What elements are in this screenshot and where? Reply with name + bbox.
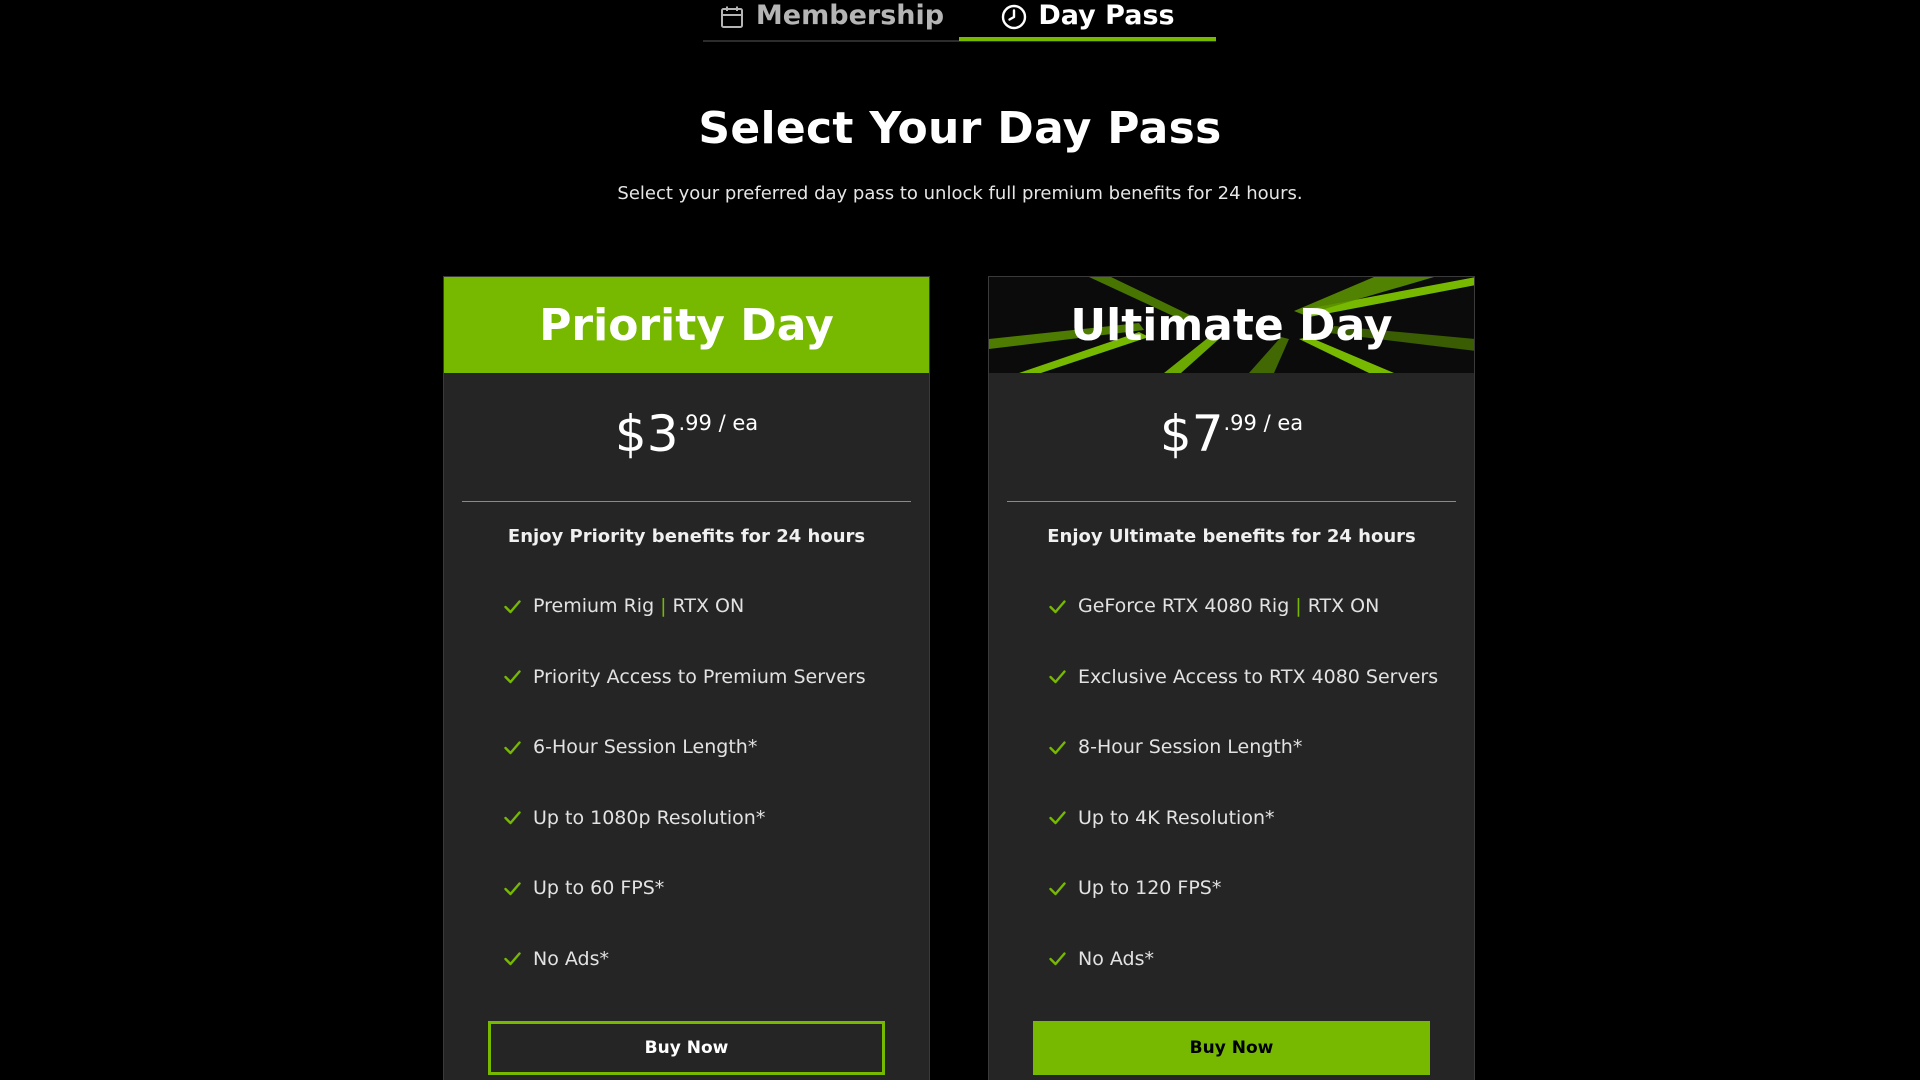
tab-day-pass-label: Day Pass	[1038, 0, 1175, 31]
ultimate-buy-now-button[interactable]: Buy Now	[1033, 1021, 1430, 1075]
feature-text: No Ads*	[533, 947, 609, 970]
feature-text: 6-Hour Session Length*	[533, 736, 758, 759]
feature-item: Premium Rig | RTX ON	[503, 571, 929, 642]
priority-price-dollars: 3	[646, 405, 679, 463]
tab-membership[interactable]: Membership	[703, 0, 959, 38]
ultimate-day-card: Ultimate Day $ 7 .99 / ea Enjoy Ultimate…	[988, 276, 1475, 1080]
ultimate-benefit-title: Enjoy Ultimate benefits for 24 hours	[1047, 526, 1416, 547]
ultimate-price-cents-unit: .99 / ea	[1223, 411, 1304, 435]
page-title: Select Your Day Pass	[698, 103, 1222, 154]
feature-item: Up to 4K Resolution*	[1048, 783, 1474, 854]
feature-item: Priority Access to Premium Servers	[503, 642, 929, 713]
feature-text: RTX ON	[672, 595, 745, 618]
priority-divider	[462, 501, 911, 502]
ultimate-card-title: Ultimate Day	[1070, 299, 1393, 351]
feature-item: Up to 1080p Resolution*	[503, 783, 929, 854]
calendar-icon	[718, 3, 746, 31]
priority-card-header: Priority Day	[444, 277, 929, 373]
feature-text: Up to 60 FPS*	[533, 877, 665, 900]
check-icon	[1048, 808, 1067, 827]
check-icon	[503, 738, 522, 757]
feature-item: No Ads*	[503, 924, 929, 995]
feature-text: No Ads*	[1078, 947, 1154, 970]
ultimate-price-currency: $	[1159, 405, 1192, 463]
feature-text: Exclusive Access to RTX 4080 Servers	[1078, 665, 1439, 688]
priority-price: $ 3 .99 / ea	[444, 373, 929, 501]
ultimate-feature-list: GeForce RTX 4080 Rig | RTX ON Exclusive …	[989, 571, 1474, 994]
check-icon	[503, 597, 522, 616]
feature-item: 8-Hour Session Length*	[1048, 712, 1474, 783]
check-icon	[503, 808, 522, 827]
check-icon	[1048, 949, 1067, 968]
priority-benefit-title: Enjoy Priority benefits for 24 hours	[507, 526, 866, 547]
priority-price-cents-unit: .99 / ea	[678, 411, 759, 435]
feature-separator: |	[660, 595, 667, 618]
feature-text: GeForce RTX 4080 Rig	[1078, 595, 1290, 618]
clock-icon	[1000, 3, 1028, 31]
ultimate-price-dollars: 7	[1191, 405, 1224, 463]
feature-text: Up to 120 FPS*	[1078, 877, 1222, 900]
feature-item: Up to 120 FPS*	[1048, 853, 1474, 924]
feature-item: No Ads*	[1048, 924, 1474, 995]
priority-feature-list: Premium Rig | RTX ON Priority Access to …	[444, 571, 929, 994]
feature-item: 6-Hour Session Length*	[503, 712, 929, 783]
feature-text: Up to 1080p Resolution*	[533, 806, 766, 829]
priority-day-card: Priority Day $ 3 .99 / ea Enjoy Priority…	[443, 276, 930, 1080]
check-icon	[1048, 879, 1067, 898]
check-icon	[503, 667, 522, 686]
ultimate-price: $ 7 .99 / ea	[989, 373, 1474, 501]
priority-price-currency: $	[614, 405, 647, 463]
feature-text: RTX ON	[1307, 595, 1380, 618]
page-subtitle: Select your preferred day pass to unlock…	[617, 183, 1303, 204]
tab-day-pass[interactable]: Day Pass	[959, 0, 1216, 41]
feature-text: Up to 4K Resolution*	[1078, 806, 1275, 829]
day-pass-page: Membership Day Pass Select Your Day Pass…	[0, 0, 1920, 1080]
feature-text: Premium Rig	[533, 595, 655, 618]
feature-item: Exclusive Access to RTX 4080 Servers	[1048, 642, 1474, 713]
plan-type-tabs: Membership Day Pass	[703, 0, 1216, 42]
check-icon	[1048, 738, 1067, 757]
feature-text: Priority Access to Premium Servers	[533, 665, 866, 688]
check-icon	[1048, 667, 1067, 686]
tab-membership-label: Membership	[755, 0, 945, 31]
check-icon	[503, 879, 522, 898]
feature-text: 8-Hour Session Length*	[1078, 736, 1303, 759]
feature-item: Up to 60 FPS*	[503, 853, 929, 924]
feature-item: GeForce RTX 4080 Rig | RTX ON	[1048, 571, 1474, 642]
check-icon	[1048, 597, 1067, 616]
priority-card-title: Priority Day	[539, 299, 834, 351]
priority-buy-now-button[interactable]: Buy Now	[488, 1021, 885, 1075]
ultimate-card-header: Ultimate Day	[989, 277, 1474, 373]
check-icon	[503, 949, 522, 968]
feature-separator: |	[1295, 595, 1302, 618]
ultimate-divider	[1007, 501, 1456, 502]
